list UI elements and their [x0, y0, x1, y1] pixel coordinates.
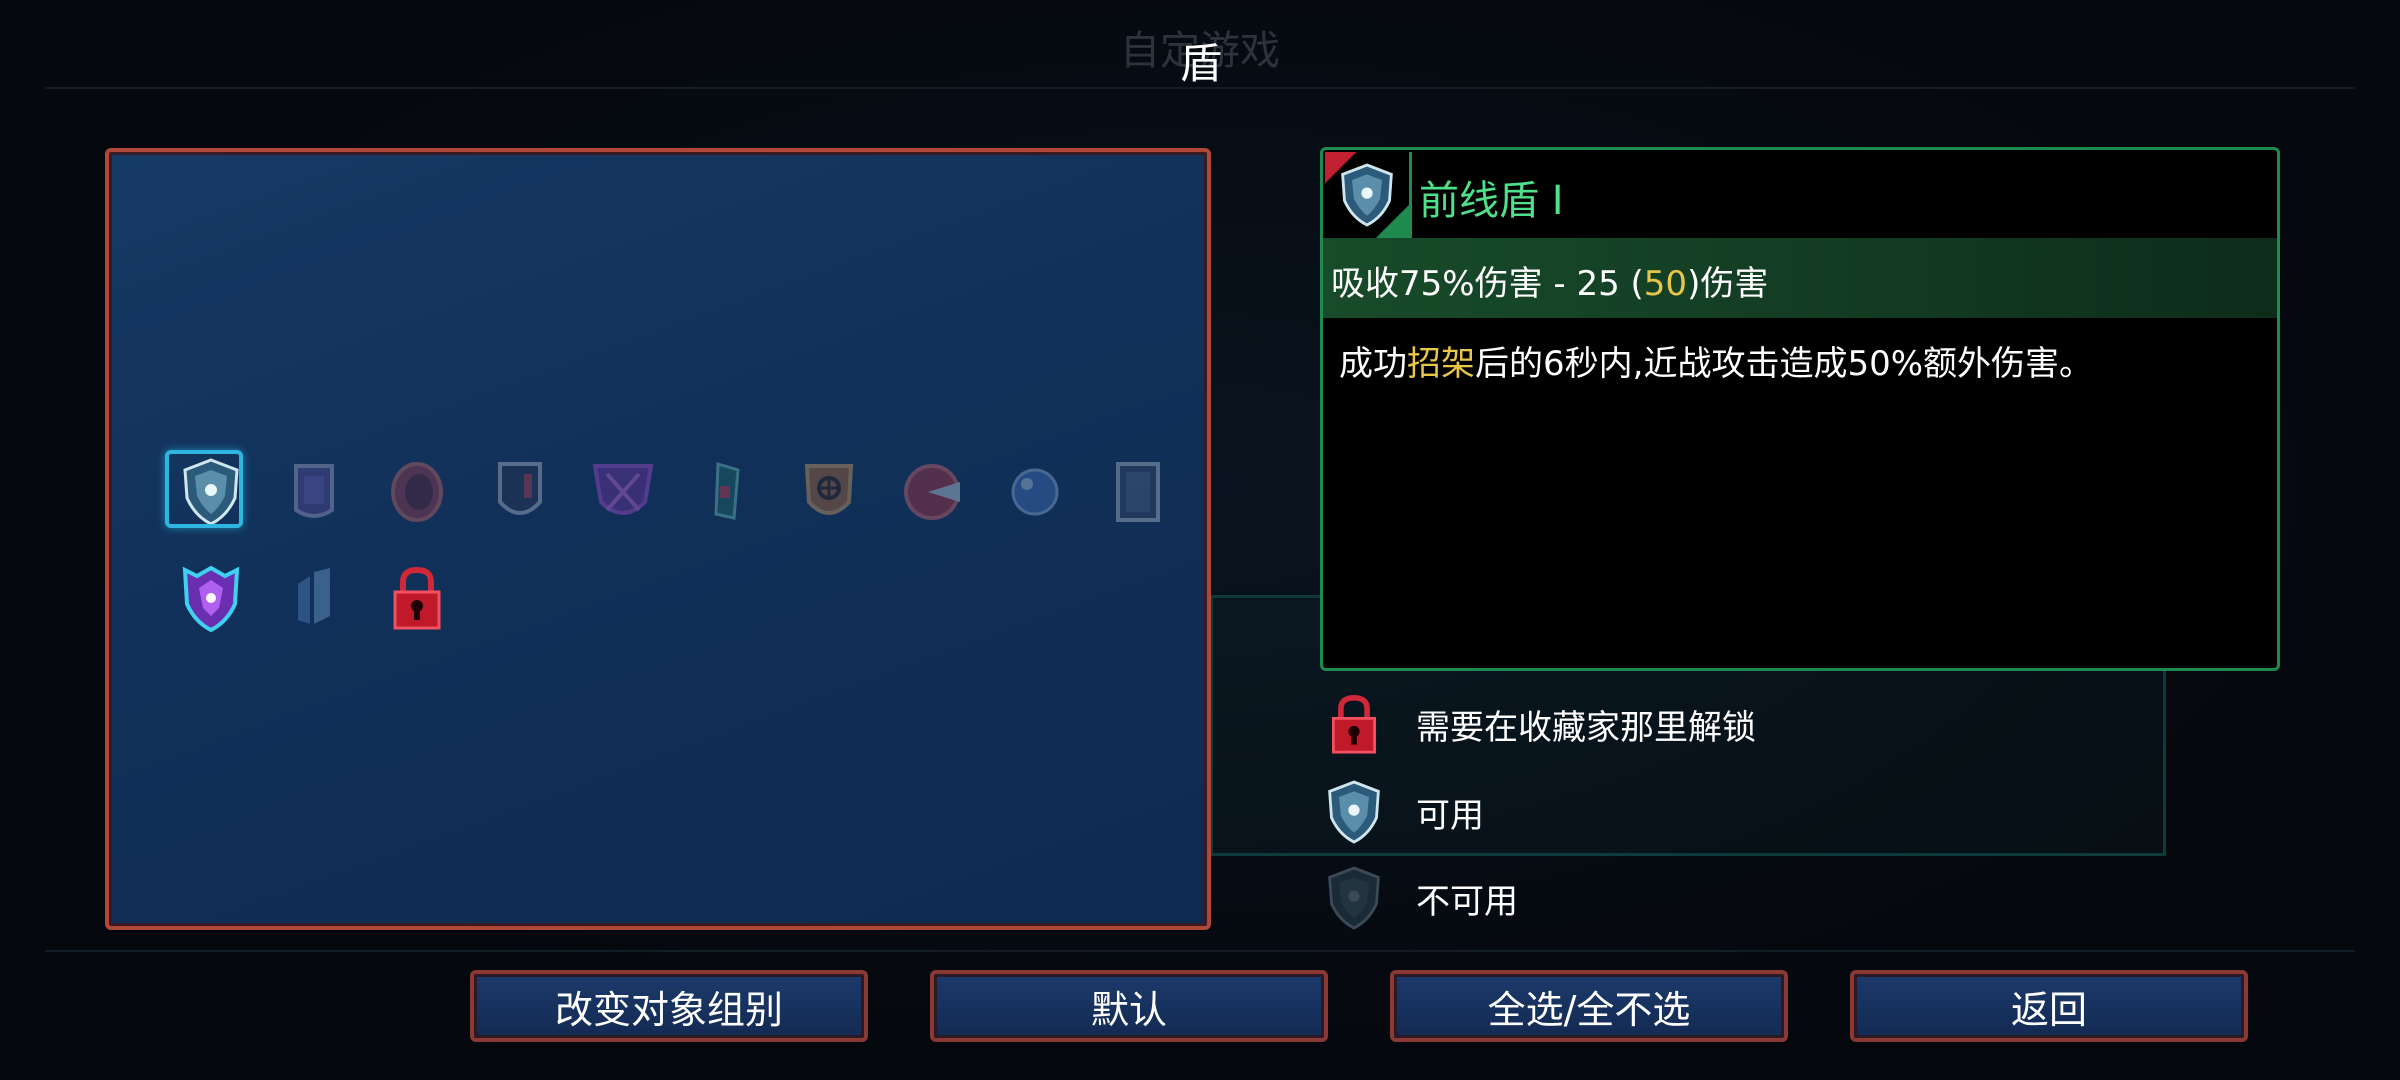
item-row-1 — [159, 448, 1189, 536]
unavailable-shield-icon — [1328, 866, 1380, 930]
desc-highlight: 招架 — [1407, 344, 1475, 384]
item-round-shield[interactable] — [365, 448, 468, 536]
item-parry-shield[interactable] — [880, 448, 983, 536]
item-wall-shield[interactable] — [1086, 448, 1189, 536]
change-group-button[interactable]: 改变对象组别 — [470, 970, 868, 1042]
legend-locked: 需要在收藏家那里解锁 — [1324, 690, 1756, 758]
item-detail-panel: 前线盾 Ⅰ 吸收75%伤害 - 25 (50)伤害 成功招架后的6秒内,近战攻击… — [1320, 147, 2280, 671]
orb-shield-icon — [1011, 468, 1058, 516]
detail-stat-text: 吸收75%伤害 - 25 (50)伤害 — [1331, 256, 1768, 305]
item-grid-panel — [105, 148, 1211, 930]
legend-unavailable: 不可用 — [1324, 864, 1518, 932]
default-button[interactable]: 默认 — [930, 970, 1328, 1042]
crystal-shield-icon — [297, 568, 330, 624]
detail-item-icon — [1325, 152, 1412, 241]
item-teal-shard-shield[interactable] — [674, 448, 777, 536]
stat-suffix: )伤害 — [1687, 264, 1769, 304]
teal-shard-icon — [713, 462, 740, 520]
tower-shield-icon — [497, 462, 542, 515]
lock-icon — [1331, 694, 1377, 754]
bottom-divider — [45, 950, 2355, 952]
wall-shield-icon — [1115, 462, 1160, 522]
item-purple-shield[interactable] — [262, 448, 365, 536]
legend-available: 可用 — [1324, 778, 1484, 846]
page-title: 盾 — [1180, 39, 1223, 88]
item-locked-slot[interactable] — [365, 554, 468, 642]
legend-locked-label: 需要在收藏家那里解锁 — [1416, 707, 1756, 748]
lock-icon — [393, 566, 440, 630]
glowing-shield-icon — [182, 565, 239, 632]
item-row-2 — [159, 554, 468, 642]
legend-unavailable-label: 不可用 — [1416, 881, 1518, 922]
top-divider — [45, 87, 2355, 89]
detail-stat-band: 吸收75%伤害 - 25 (50)伤害 — [1323, 238, 2277, 318]
item-spiked-purple-shield[interactable] — [571, 448, 674, 536]
select-all-button[interactable]: 全选/全不选 — [1390, 970, 1788, 1042]
front-line-shield-icon — [182, 458, 239, 526]
item-crystal-shield[interactable] — [262, 554, 365, 642]
purple-shield-icon — [293, 464, 334, 518]
spiked-shield-icon — [592, 464, 653, 515]
item-bronze-shield[interactable] — [777, 448, 880, 536]
available-shield-icon — [1328, 780, 1380, 844]
item-orb-shield[interactable] — [983, 448, 1086, 536]
desc-suffix: 后的6秒内,近战攻击造成50%额外伤害。 — [1475, 344, 2094, 384]
item-front-line-shield[interactable] — [159, 448, 262, 536]
stat-prefix: 吸收75%伤害 - 25 ( — [1331, 264, 1644, 304]
back-button[interactable]: 返回 — [1850, 970, 2248, 1042]
parry-shield-icon — [903, 464, 960, 520]
stat-highlight: 50 — [1643, 264, 1688, 304]
bronze-shield-icon — [804, 464, 853, 515]
item-glowing-purple-shield[interactable] — [159, 554, 262, 642]
desc-prefix: 成功 — [1339, 344, 1407, 384]
detail-item-name: 前线盾 Ⅰ — [1419, 178, 1564, 224]
round-shield-icon — [390, 462, 443, 522]
item-tower-shield[interactable] — [468, 448, 571, 536]
legend-available-label: 可用 — [1416, 795, 1484, 836]
front-line-shield-icon — [1341, 163, 1393, 227]
detail-description: 成功招架后的6秒内,近战攻击造成50%额外伤害。 — [1339, 336, 2093, 385]
